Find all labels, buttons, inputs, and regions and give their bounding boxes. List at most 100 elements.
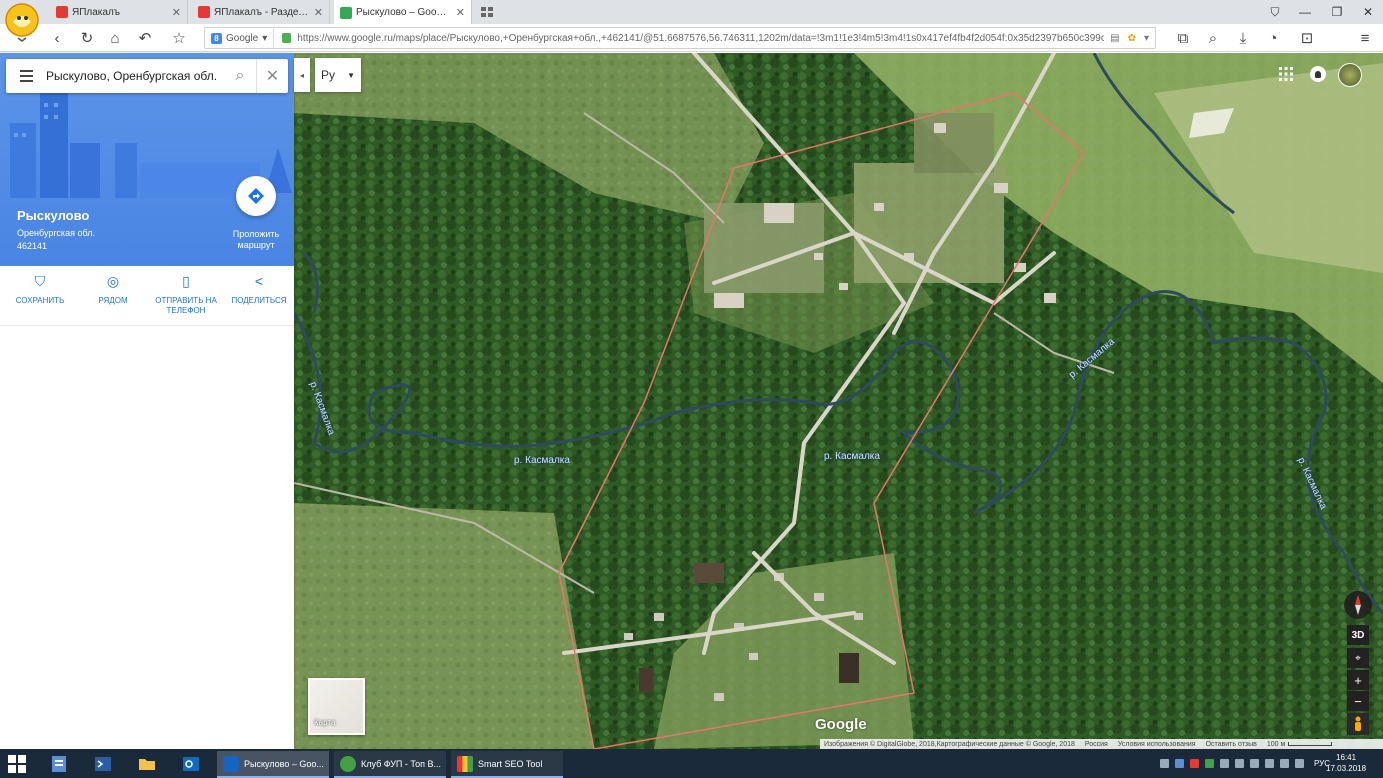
favorite-star-button[interactable]: ☆ [168,28,190,48]
pegman-button[interactable] [1347,713,1369,735]
minimize-button[interactable]: — [1290,0,1320,24]
maximize-button[interactable]: ❐ [1322,0,1352,24]
country-link[interactable]: Россия [1085,741,1108,748]
compass-icon [1355,595,1361,615]
close-tab-icon[interactable]: ✕ [456,6,465,19]
download-button[interactable]: ⤓ [1232,28,1254,48]
flag-icon[interactable] [1250,759,1259,768]
zoom-in-button[interactable]: + [1347,670,1369,690]
undo-button[interactable]: ↶ [134,28,156,48]
terms-link[interactable]: Условия использования [1118,741,1196,748]
nearby-button[interactable]: ◎ РЯДОМ [80,266,146,325]
map-type-toggle[interactable]: Карта [308,678,365,735]
back-button[interactable]: ‹ [46,28,68,48]
close-tab-icon[interactable]: ✕ [314,6,323,19]
satellite-imagery [294,53,1383,749]
network-icon[interactable] [1160,759,1169,768]
zoom-out-button[interactable]: − [1347,691,1369,711]
tab-yaplakal-sections[interactable]: ЯПлакалъ - Разделы -> ... ✕ [192,0,330,24]
place-region: Оренбургская обл. [17,228,95,238]
taskbar-app-club[interactable]: Клуб ФУП - Топ В... [334,751,446,778]
maps-favicon-icon [340,6,352,19]
speaker-icon[interactable] [1295,759,1304,768]
imagery-attribution: Изображения © DigitalGlobe, 2018,Картогр… [824,740,1075,748]
club-app-icon [340,755,356,772]
chevron-down-icon[interactable]: ▾ [1144,33,1149,44]
directions-button[interactable] [236,176,276,216]
tray-app-icon[interactable] [1175,759,1184,768]
taskbar-clock[interactable]: 16:41 17.03.2018 [1326,752,1366,774]
powershell-pin[interactable] [88,751,118,777]
folder-pin[interactable] [132,751,162,777]
menu-button[interactable]: ≡ [1354,28,1376,48]
tab-yaplakal[interactable]: ЯПлакалъ ✕ [50,0,188,24]
scale-bar[interactable]: 100 м [1267,741,1333,748]
browser-logo-icon[interactable] [4,2,40,42]
directions-icon [248,188,264,204]
place-actions: ⛉ СОХРАНИТЬ ◎ РЯДОМ ▯ ОТПРАВИТЬ НА ТЕЛЕФ… [0,266,294,326]
bookmark-icon: ⛉ [34,273,46,289]
close-tab-icon[interactable]: ✕ [172,6,181,19]
my-location-button[interactable]: ⌖ [1347,648,1369,668]
bookmarks-icon[interactable]: ⛉ [1260,0,1290,24]
tab-grid-icon[interactable] [480,5,494,19]
clear-search-icon[interactable]: ✕ [256,59,288,93]
search-icon[interactable]: ⌕ [224,59,256,93]
battery-icon[interactable] [1280,759,1289,768]
search-engine-selector[interactable]: 8 Google ▾ [205,28,275,48]
extension-icon[interactable]: ✿ [1128,33,1136,44]
save-button[interactable]: ⛉ СОХРАНИТЬ [7,266,73,325]
file-explorer-pin[interactable] [44,751,74,777]
search-box: ⌕ ✕ [6,59,288,93]
place-postcode: 462141 [17,241,48,251]
account-avatar[interactable] [1338,63,1362,87]
collapse-panel-button[interactable]: ◂ [294,58,310,92]
volume-icon[interactable] [1220,759,1229,768]
address-bar[interactable]: 8 Google ▾ https://www.google.ru/maps/pl… [204,27,1156,49]
close-window-button[interactable]: ✕ [1353,0,1383,24]
hamburger-menu-icon[interactable] [6,59,46,93]
google-logo: Google [815,716,867,733]
search-input[interactable] [46,69,224,83]
3d-toggle-button[interactable]: 3D [1347,625,1369,645]
seo-tool-icon [457,755,473,772]
home-button[interactable]: ⌂ [104,28,126,48]
street-view-pegman-icon [1355,716,1361,731]
apps-grid-icon[interactable] [1278,66,1294,82]
snapshot-button[interactable]: ⊡ [1296,28,1318,48]
windows-start-icon[interactable] [8,755,26,773]
reader-mode-icon[interactable]: ▤ [1110,33,1119,44]
send-to-phone-button[interactable]: ▯ ОТПРАВИТЬ НА ТЕЛЕФОН [153,266,219,325]
url-text[interactable]: https://www.google.ru/maps/place/Рыскуло… [297,33,1104,44]
outlook-icon [183,757,199,771]
search-tool-button[interactable]: ⌕ [1202,28,1224,48]
scale-line [1288,742,1333,746]
share-button[interactable]: < ПОДЕЛИТЬСЯ [226,266,292,325]
tray-app-icon[interactable] [1205,759,1214,768]
outlook-pin[interactable] [176,751,206,777]
system-tray: РУС [1160,749,1330,778]
satellite-map[interactable]: р. Касмалка р. Касмалка р. Касмалка р. К… [294,53,1383,749]
powershell-icon [95,757,111,771]
taskbar-app-browser[interactable]: Рыскулово – Goo... [217,751,329,778]
place-title: Рыскулово [17,208,90,223]
crop-tool-button[interactable]: ⧉ [1172,28,1194,48]
taskbar-app-seo-tool[interactable]: Smart SEO Tool [451,751,563,778]
wifi-icon[interactable] [1265,759,1274,768]
tray-app-icon[interactable] [1235,759,1244,768]
browser-tab-bar: ЯПлакалъ ✕ ЯПлакалъ - Разделы -> ... ✕ Р… [0,0,1383,25]
directions-label[interactable]: Проложить маршрут [222,229,290,251]
place-panel: Рыскулово Оренбургская обл. 462141 Проло… [0,53,294,749]
language-selector[interactable]: Ру ▼ [315,58,361,92]
map-attribution-bar: Изображения © DigitalGlobe, 2018,Картогр… [820,739,1383,749]
share-icon: < [254,273,264,289]
feedback-link[interactable]: Оставить отзыв [1206,741,1257,748]
tab-google-maps[interactable]: Рыскулово – Google К... ✕ [334,0,472,25]
history-button[interactable]: ◔ [1262,28,1284,48]
tray-app-icon[interactable] [1190,759,1199,768]
location-target-icon: ⌖ [1355,652,1361,664]
nearby-icon: ◎ [106,273,120,289]
compass-control[interactable] [1344,591,1372,619]
notifications-icon[interactable] [1310,66,1326,82]
reload-button[interactable]: ↻ [76,28,98,48]
